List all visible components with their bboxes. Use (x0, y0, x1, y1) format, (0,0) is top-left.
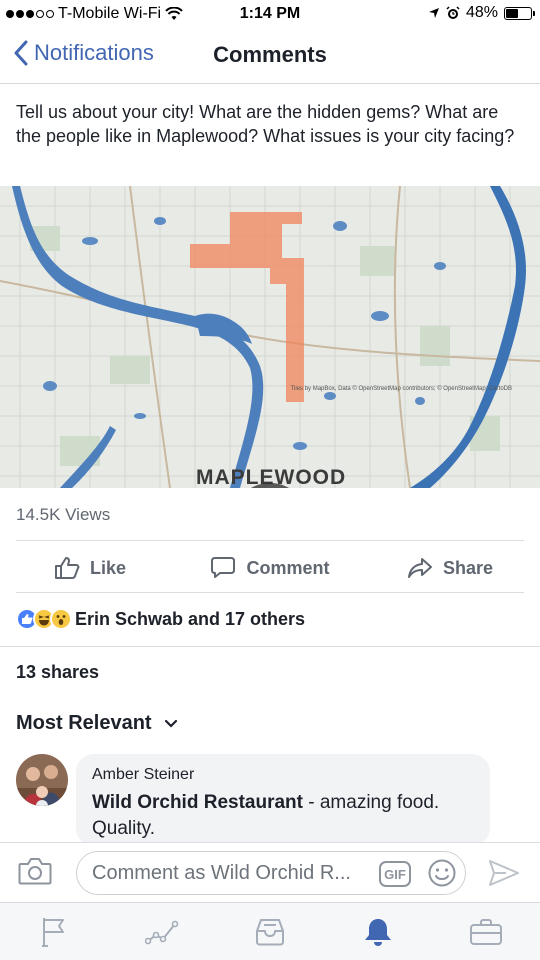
battery-icon (504, 6, 535, 20)
briefcase-icon (470, 918, 502, 945)
comment-author[interactable]: Amber Steiner (92, 766, 474, 784)
divider (16, 592, 524, 593)
sort-dropdown[interactable]: Most Relevant (16, 712, 178, 735)
divider (16, 540, 524, 541)
emoji-button[interactable] (427, 858, 457, 893)
comment-label: Comment (246, 557, 330, 578)
thumbs-up-icon (54, 557, 80, 579)
view-count: 14.5K Views (16, 505, 111, 524)
map-image (0, 186, 540, 488)
nav-bar: Notifications Comments (0, 30, 540, 84)
comment-bubble-icon (211, 557, 236, 578)
sort-label: Most Relevant (16, 712, 152, 734)
camera-icon (18, 858, 52, 885)
smiley-icon (428, 859, 456, 887)
reactions-text: Erin Schwab and 17 others (75, 608, 306, 629)
shares-count[interactable]: 13 shares (16, 662, 99, 683)
activity-icon (145, 920, 179, 944)
video-player[interactable]: Tiles by MapBox, Data © OpenStreetMap co… (0, 186, 540, 488)
share-arrow-icon (407, 558, 432, 578)
bottom-tab-bar (0, 902, 540, 960)
comment-composer: GIF (0, 842, 540, 902)
status-right: 48% (428, 4, 535, 22)
reaction-icons (16, 608, 72, 630)
send-icon (489, 860, 519, 886)
comment-item: Amber Steiner Wild Orchid Restaurant - a… (16, 754, 524, 846)
alarm-icon (446, 6, 460, 19)
status-bar: T-Mobile Wi-Fi 1:14 PM 48% (0, 0, 540, 30)
tab-news-feed[interactable] (0, 903, 108, 960)
chevron-down-icon (164, 719, 177, 728)
post-actions: Like Comment Share (0, 545, 540, 591)
battery-percent: 48% (465, 4, 498, 21)
comment-input-container: GIF (76, 851, 466, 895)
tab-more[interactable] (432, 903, 540, 960)
send-button[interactable] (488, 859, 520, 892)
like-button[interactable]: Like (0, 545, 180, 591)
inbox-icon (256, 918, 284, 945)
notifications-icon (365, 918, 391, 946)
share-button[interactable]: Share (360, 545, 540, 591)
flag-icon (42, 917, 64, 947)
gif-button[interactable]: GIF (379, 861, 411, 887)
avatar[interactable] (16, 754, 68, 806)
comment-body: Wild Orchid Restaurant - amazing food. Q… (92, 790, 474, 842)
location-arrow-icon (428, 8, 439, 18)
tagged-page-link[interactable]: Wild Orchid Restaurant (92, 792, 303, 813)
page-title: Comments (213, 42, 327, 67)
tab-notifications[interactable] (324, 903, 432, 960)
map-attribution: Tiles by MapBox, Data © OpenStreetMap co… (290, 386, 512, 392)
like-label: Like (89, 557, 127, 578)
comment-input[interactable] (92, 862, 374, 885)
wow-reaction-icon (50, 608, 72, 630)
tab-activity[interactable] (108, 903, 216, 960)
comment-button[interactable]: Comment (180, 545, 360, 591)
reactions-summary[interactable]: Erin Schwab and 17 others (16, 608, 305, 630)
share-label: Share (442, 557, 494, 578)
post-text: Tell us about your city! What are the hi… (16, 102, 515, 146)
camera-button[interactable] (18, 856, 52, 891)
divider (0, 646, 540, 647)
tab-inbox[interactable] (216, 903, 324, 960)
comment-bubble[interactable]: Amber Steiner Wild Orchid Restaurant - a… (76, 754, 490, 846)
